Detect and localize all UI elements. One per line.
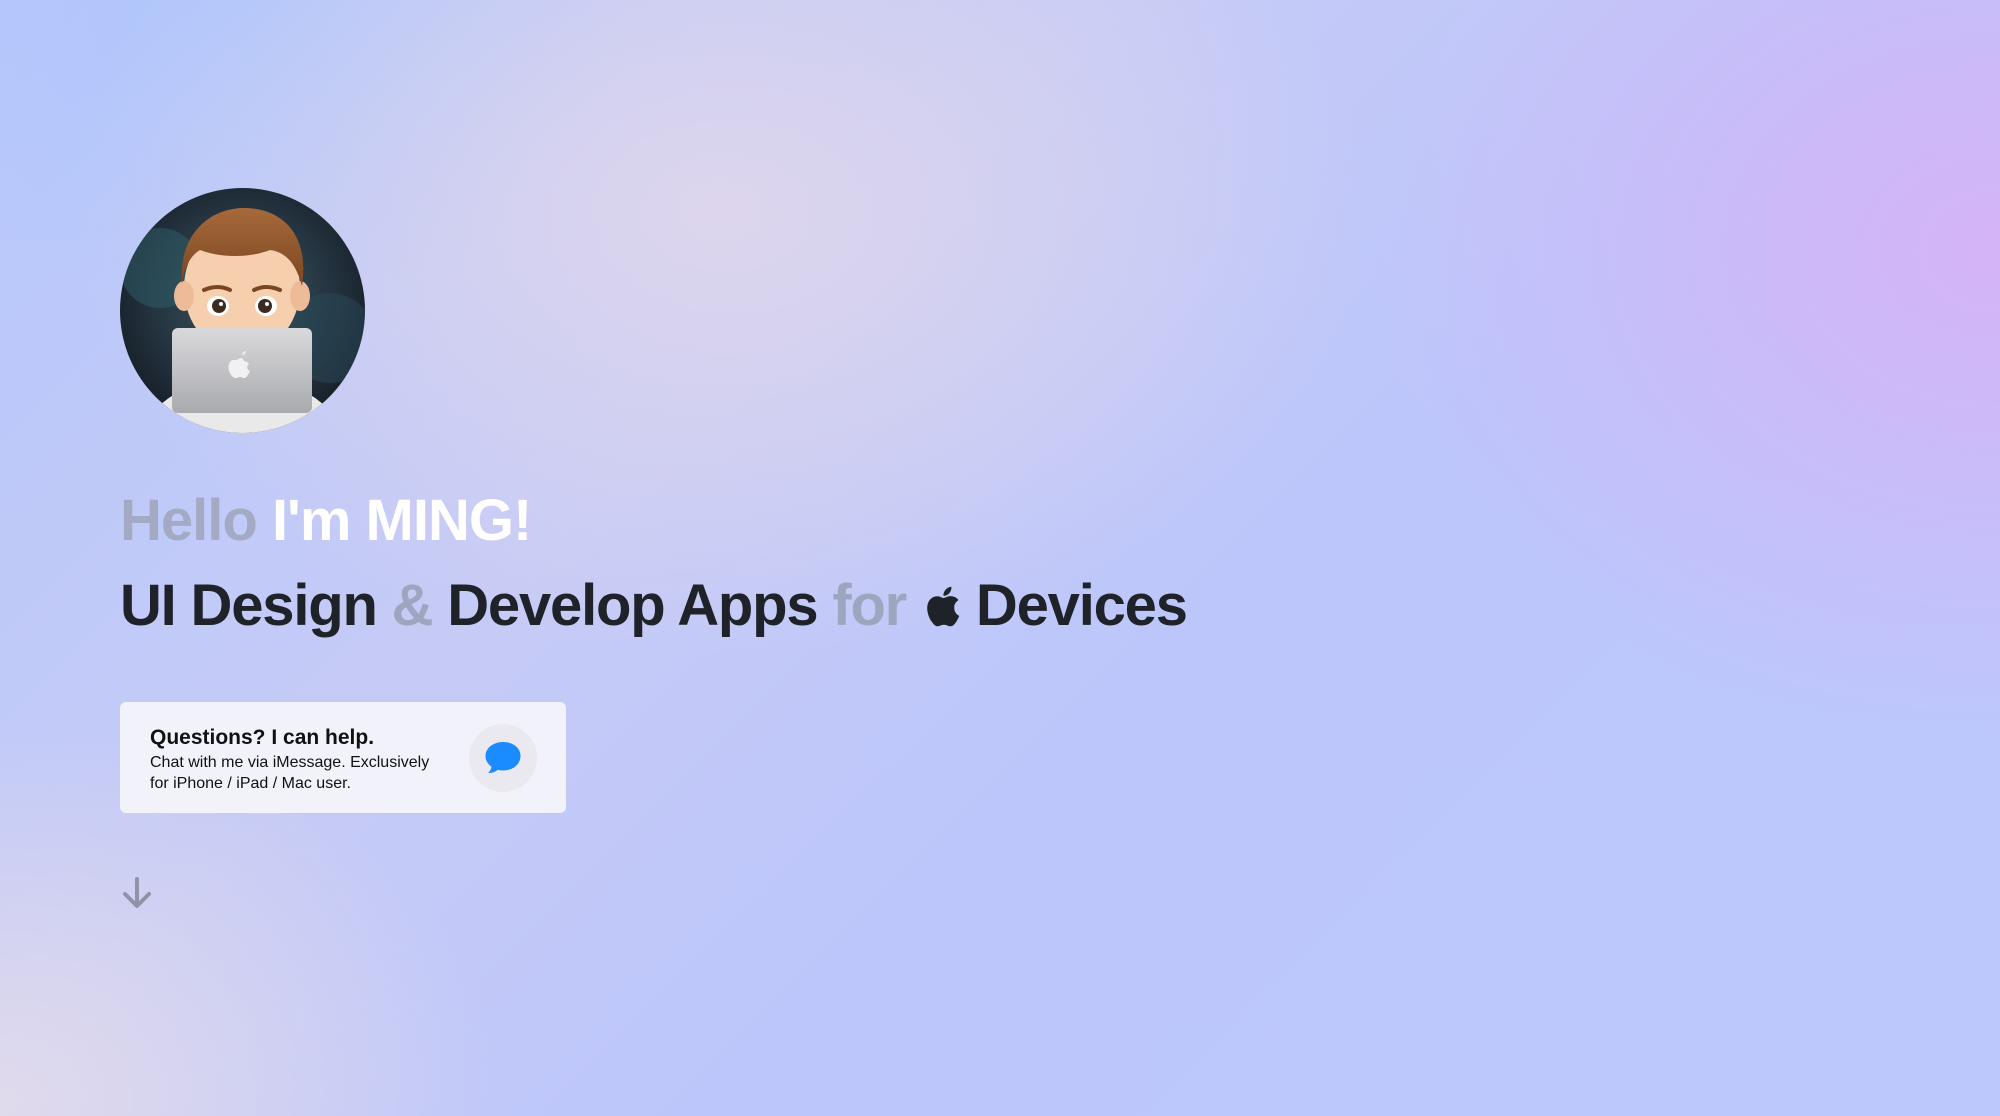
avatar: [120, 188, 365, 433]
apple-logo-icon: [927, 586, 960, 627]
tagline-develop-apps: Develop Apps: [447, 573, 818, 638]
imessage-contact-card[interactable]: Questions? I can help. Chat with me via …: [120, 702, 566, 813]
tagline-devices: Devices: [975, 573, 1188, 638]
card-title: Questions? I can help.: [150, 726, 375, 749]
imessage-button[interactable]: [469, 724, 537, 792]
tagline-for: for: [832, 573, 907, 638]
tagline-ampersand: &: [391, 573, 434, 638]
tagline-heading: UI Design & Develop Apps for Devices: [120, 570, 1188, 642]
greeting-name: MING!: [365, 488, 533, 553]
greeting-heading: Hello I'm MING!: [120, 485, 533, 557]
arrow-down-icon: [123, 877, 151, 908]
card-description: Chat with me via iMessage. Exclusively f…: [150, 754, 430, 792]
imessage-bubble-icon: [485, 742, 521, 773]
greeting-hello: Hello: [120, 488, 258, 553]
scroll-down-button[interactable]: [120, 876, 154, 910]
greeting-im: I'm: [271, 488, 351, 553]
memoji-avatar-image: [120, 188, 365, 433]
tagline-ui-design: UI Design: [120, 573, 378, 638]
